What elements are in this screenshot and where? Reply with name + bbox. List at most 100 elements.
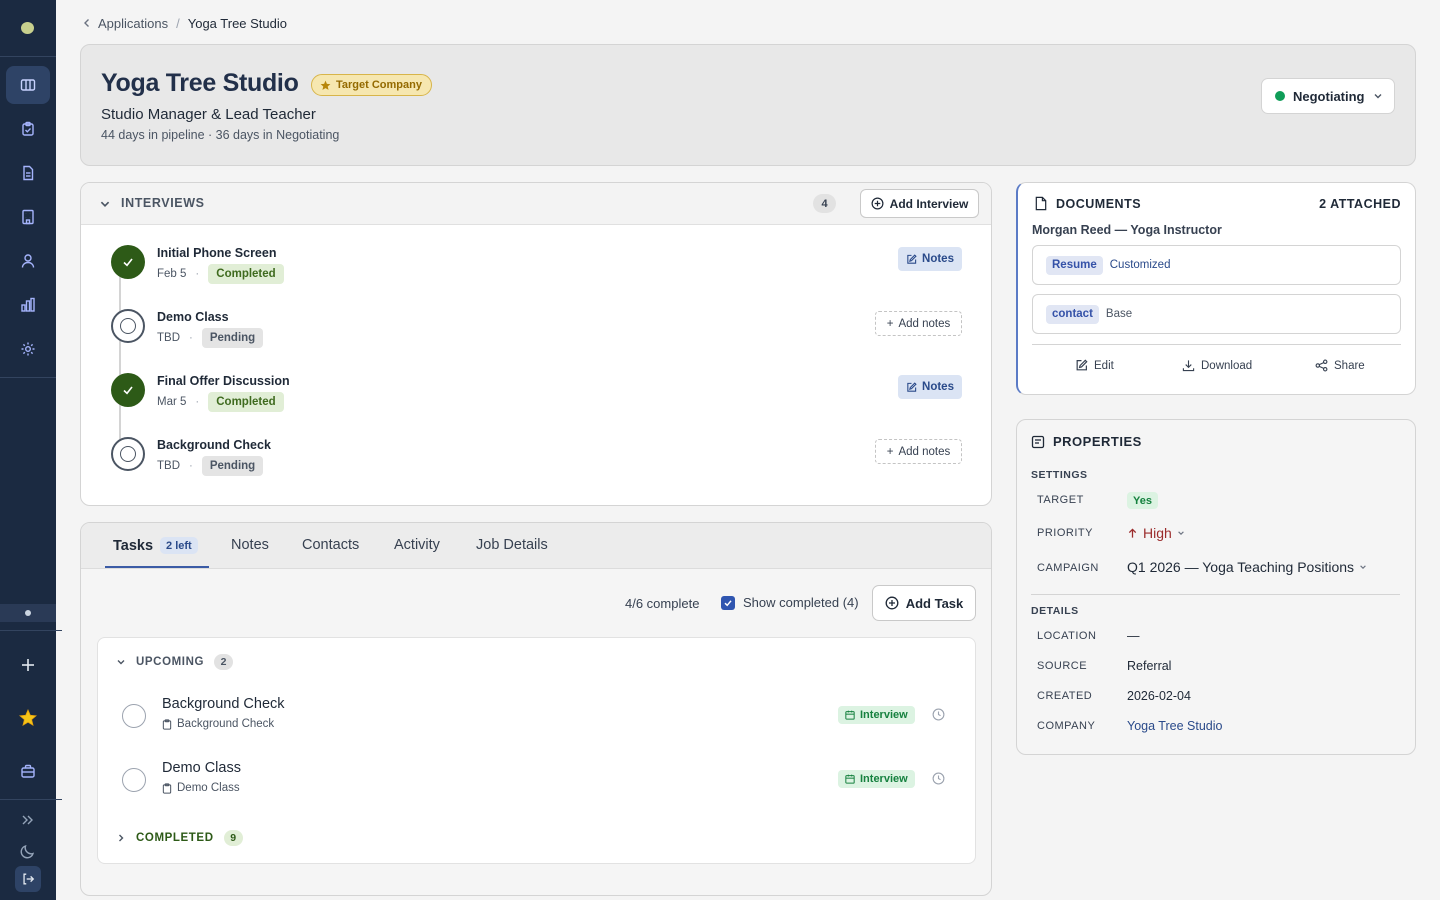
add-interview-button[interactable]: Add Interview — [860, 189, 979, 218]
clock-icon[interactable] — [932, 708, 945, 721]
interview-add-notes-button[interactable]: + Add notes — [875, 439, 962, 464]
clipboard-icon — [162, 782, 172, 794]
tab-tasks[interactable]: Tasks 2 left — [113, 537, 198, 554]
tabs-panel: Tasks 2 left Notes Contacts Activity Job… — [80, 522, 992, 896]
interview-status-badge: Pending — [201, 328, 264, 348]
tab-bar: Tasks 2 left Notes Contacts Activity Job… — [81, 523, 991, 569]
breadcrumb-applications-link[interactable]: Applications — [98, 16, 168, 31]
chevron-down-icon[interactable] — [99, 198, 111, 210]
details-section-label: DETAILS — [1031, 605, 1079, 617]
status-dropdown[interactable]: Negotiating — [1261, 78, 1395, 114]
document-icon — [23, 165, 34, 181]
document-item-contact[interactable]: contact Base — [1032, 294, 1401, 334]
interviews-header[interactable]: INTERVIEWS 4 Add Interview — [81, 183, 991, 225]
location-value[interactable]: — — [1127, 629, 1140, 643]
task-linked-label: Background Check — [177, 718, 275, 730]
completed-group-header[interactable]: COMPLETED 9 — [116, 828, 243, 848]
interview-status-toggle[interactable] — [111, 245, 145, 279]
sidebar-item-contacts[interactable] — [6, 242, 50, 280]
interview-status-toggle[interactable] — [111, 309, 145, 343]
status-label: Negotiating — [1293, 88, 1365, 104]
company-link[interactable]: Yoga Tree Studio — [1127, 719, 1222, 733]
task-name[interactable]: Demo Class — [162, 760, 241, 776]
edit-icon — [907, 253, 917, 264]
sidebar-item-board[interactable] — [6, 66, 50, 104]
interview-status-toggle[interactable] — [111, 437, 145, 471]
pipeline-duration: 44 days in pipeline · 36 days in Negotia… — [101, 128, 340, 142]
document-variant: Customized — [1109, 259, 1171, 271]
interview-status-badge: Pending — [201, 456, 264, 476]
interview-status-badge: Completed — [208, 264, 284, 284]
logout-button[interactable] — [15, 866, 41, 892]
show-completed-toggle[interactable]: Show completed (4) — [721, 595, 859, 610]
sidebar-add-button[interactable] — [6, 646, 50, 684]
interview-add-notes-button[interactable]: + Add notes — [875, 311, 962, 336]
task-row: Background Check Background Check Interv… — [98, 694, 975, 740]
target-value[interactable]: Yes — [1127, 492, 1158, 509]
target-company-badge: Target Company — [311, 74, 432, 96]
sidebar-divider — [0, 56, 56, 57]
interview-notes-button[interactable]: Notes — [898, 375, 962, 399]
priority-value: High — [1143, 525, 1172, 541]
active-tab-indicator — [105, 566, 209, 568]
edit-icon — [907, 381, 917, 392]
task-name[interactable]: Background Check — [162, 696, 285, 712]
campaign-dropdown[interactable]: Q1 2026 — Yoga Teaching Positions — [1127, 559, 1367, 575]
properties-title: PROPERTIES — [1053, 434, 1142, 449]
document-type-tag: contact — [1046, 304, 1099, 324]
clock-icon[interactable] — [932, 772, 945, 785]
notes-label: Notes — [922, 253, 954, 265]
interview-notes-button[interactable]: Notes — [898, 247, 962, 271]
task-complete-checkbox[interactable] — [122, 704, 146, 728]
task-linked-label: Demo Class — [177, 782, 240, 794]
download-document-button[interactable]: Download — [1182, 359, 1252, 372]
tab-contacts[interactable]: Contacts — [302, 537, 359, 553]
interview-name: Initial Phone Screen — [157, 246, 277, 260]
tab-notes[interactable]: Notes — [231, 537, 269, 553]
sidebar-item-tasks[interactable] — [6, 110, 50, 148]
interview-meta: Feb 5 · Completed — [157, 264, 284, 284]
share-label: Share — [1334, 359, 1365, 372]
edit-document-button[interactable]: Edit — [1075, 359, 1114, 372]
interview-item: Initial Phone Screen Feb 5 · Completed N… — [81, 245, 991, 289]
task-complete-checkbox[interactable] — [122, 768, 146, 792]
show-completed-checkbox[interactable] — [721, 595, 735, 610]
sidebar-item-companies[interactable] — [6, 198, 50, 236]
upcoming-group-header[interactable]: UPCOMING 2 — [116, 652, 234, 672]
chevron-left-icon[interactable] — [82, 18, 92, 28]
sidebar-item-favorites[interactable] — [6, 699, 50, 737]
interview-status-toggle[interactable] — [111, 373, 145, 407]
interview-meta: Mar 5 · Completed — [157, 392, 284, 412]
share-document-button[interactable]: Share — [1315, 359, 1365, 372]
upcoming-count: 2 — [214, 654, 234, 670]
documents-panel: DOCUMENTS 2 ATTACHED Morgan Reed — Yoga … — [1016, 182, 1416, 395]
properties-divider — [1031, 594, 1400, 595]
status-dot — [1275, 91, 1285, 101]
priority-dropdown[interactable]: High — [1127, 525, 1185, 541]
settings-section-label: SETTINGS — [1031, 469, 1088, 481]
tab-activity[interactable]: Activity — [394, 537, 440, 553]
app-logo[interactable] — [21, 22, 34, 34]
sidebar-item-settings[interactable] — [6, 330, 50, 368]
add-task-button[interactable]: Add Task — [872, 585, 976, 621]
properties-icon — [1031, 435, 1045, 448]
task-linked-item: Background Check — [162, 718, 274, 730]
sidebar-divider — [0, 630, 62, 631]
theme-toggle-button[interactable] — [6, 832, 50, 870]
interviews-count: 4 — [813, 194, 836, 213]
clipboard-icon — [162, 718, 172, 730]
plus-icon: + — [886, 317, 894, 330]
sidebar-item-documents[interactable] — [6, 154, 50, 192]
document-item-resume[interactable]: Resume Customized — [1032, 245, 1401, 285]
sidebar-divider — [0, 799, 62, 800]
plus-circle-icon — [885, 596, 899, 610]
source-value[interactable]: Referral — [1127, 659, 1171, 673]
circle-icon — [120, 446, 136, 462]
task-interview-tag: Interview — [838, 770, 915, 788]
sidebar-item-analytics[interactable] — [6, 286, 50, 324]
plus-circle-icon — [871, 197, 884, 210]
sidebar-divider — [0, 377, 56, 378]
created-label: CREATED — [1037, 690, 1093, 702]
sidebar-item-archive[interactable] — [6, 752, 50, 790]
tab-job-details[interactable]: Job Details — [476, 537, 548, 553]
